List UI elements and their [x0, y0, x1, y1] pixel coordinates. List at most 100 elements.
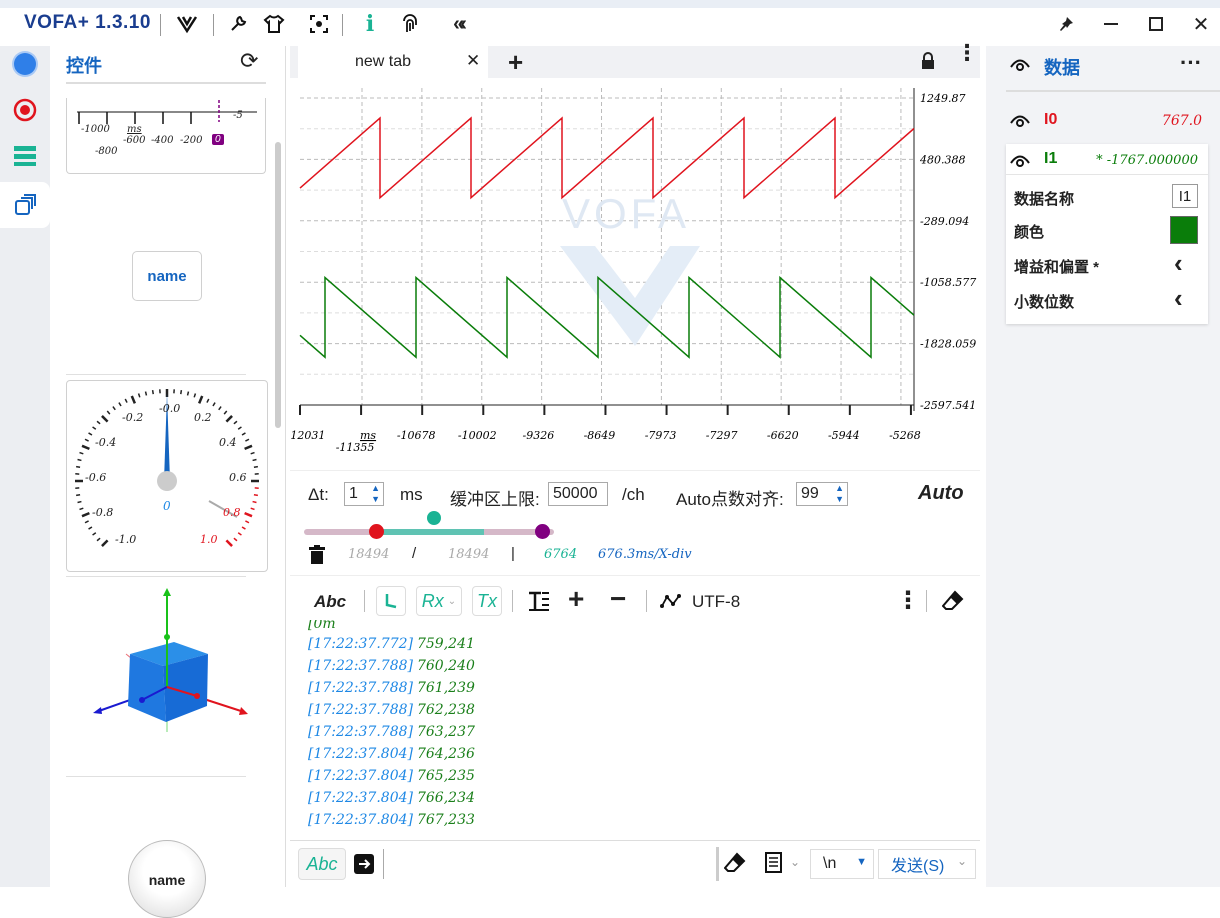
cube-3d-widget[interactable]: [66, 582, 266, 778]
collapse-icon[interactable]: «‹: [446, 12, 470, 36]
close-icon[interactable]: ✕: [1187, 12, 1215, 36]
separator: [213, 14, 214, 36]
encoding-select[interactable]: UTF-8: [692, 592, 740, 612]
wrench-icon[interactable]: [226, 12, 250, 36]
range-slider[interactable]: [304, 511, 554, 551]
gauge-tick: [254, 495, 258, 496]
gauge-tick: [89, 527, 92, 529]
x-unit-label: ms: [360, 429, 376, 442]
more-icon[interactable]: ···: [1180, 50, 1202, 76]
eye-icon[interactable]: [1010, 56, 1030, 77]
tx-label: Tx: [477, 591, 497, 612]
chevron-left-icon[interactable]: ‹: [1174, 283, 1183, 314]
name-input[interactable]: I1: [1172, 184, 1198, 208]
spin-arrows-icon[interactable]: ▲▼: [371, 483, 380, 505]
ruler-unit: ms: [127, 124, 142, 135]
gauge-tick: [245, 446, 252, 449]
channel-card-i1[interactable]: I1 * -1767.000000 数据名称 I1 颜色 增益和偏置 * ‹ 小…: [1006, 144, 1208, 324]
name-label: 数据名称: [1014, 188, 1074, 209]
more-icon[interactable]: ⋮: [956, 48, 962, 58]
line-timestamp: [17:22:37.804]: [308, 790, 413, 806]
channel-value: * -1767.000000: [1096, 153, 1198, 168]
rx-label: Rx: [422, 591, 444, 612]
minimize-icon[interactable]: [1097, 12, 1125, 36]
fingerprint-icon[interactable]: [398, 12, 422, 36]
gauge-tick-label: -0.4: [95, 436, 116, 449]
send-abc-button[interactable]: Abc: [298, 848, 346, 880]
protocol-icon[interactable]: [660, 593, 682, 614]
gauge-widget[interactable]: -0.2 -0.0 0.2 -0.4 0.4 -0.6 0.6 -0.8 0.8…: [66, 380, 268, 572]
enter-icon[interactable]: [354, 854, 374, 879]
title-bar: VOFA+ 1.3.10 i «‹ ✕: [0, 0, 1220, 46]
abc-button[interactable]: Abc: [314, 592, 346, 612]
add-tab-icon[interactable]: +: [508, 47, 523, 78]
eraser-icon[interactable]: [724, 852, 746, 879]
gauge-tick-label: 1.0: [200, 533, 218, 546]
list-icon[interactable]: [0, 134, 50, 178]
auto-align-spinbox[interactable]: 99 ▲▼: [796, 482, 848, 506]
stat-view: 6764: [544, 547, 577, 562]
slider-mid-handle[interactable]: [427, 511, 441, 525]
timestamp-icon[interactable]: [376, 586, 406, 616]
scan-icon[interactable]: [307, 12, 331, 36]
widgets-icon[interactable]: [0, 182, 50, 228]
refresh-icon[interactable]: ⟳: [240, 48, 258, 74]
shirt-icon[interactable]: [262, 12, 286, 36]
ruler-widget[interactable]: -1000 ms -5 -800 -600 -400 -200 0: [66, 98, 266, 174]
gauge-tick: [234, 538, 237, 541]
record-icon[interactable]: [0, 88, 50, 132]
spin-arrows-icon[interactable]: ▲▼: [835, 483, 844, 505]
tab-new-tab[interactable]: new tab ✕: [298, 46, 488, 78]
chevron-down-icon[interactable]: ⌄: [790, 855, 800, 869]
gauge-tick: [226, 416, 232, 422]
gauge-tick: [80, 453, 84, 454]
dt-spinbox[interactable]: 1 ▲▼: [344, 482, 384, 506]
channel-row-i0[interactable]: I0 767.0: [1006, 102, 1208, 138]
text-format-icon[interactable]: [528, 590, 550, 617]
lock-icon[interactable]: [920, 52, 936, 75]
connect-icon[interactable]: [0, 42, 50, 86]
slider-left-handle[interactable]: [369, 524, 384, 539]
vofa-logo-icon[interactable]: [175, 12, 199, 36]
gauge-tick: [199, 396, 202, 403]
rx-toggle[interactable]: Rx ⌄: [416, 586, 462, 616]
gauge-tick: [132, 396, 135, 403]
terminal-line: [17:22:37.772]759,241: [308, 636, 475, 652]
eye-icon[interactable]: [1010, 152, 1030, 173]
ruler-label: -400: [151, 135, 173, 146]
waveform-chart[interactable]: 1249.87480.388-289.094-1058.577-1828.059…: [290, 78, 980, 468]
buffer-input[interactable]: 50000: [548, 482, 608, 506]
trash-icon[interactable]: [308, 545, 326, 570]
eye-icon[interactable]: [1010, 112, 1030, 133]
info-icon[interactable]: i: [358, 12, 382, 36]
button-widget[interactable]: name: [132, 251, 202, 301]
history-icon[interactable]: [764, 852, 784, 879]
gauge-tick: [153, 390, 154, 394]
plus-icon[interactable]: +: [568, 583, 584, 615]
send-button[interactable]: 发送(S) ⌄: [878, 849, 976, 879]
gauge-tick: [188, 392, 189, 396]
more-icon[interactable]: ⋮: [896, 586, 920, 615]
gauge-tick: [234, 421, 237, 424]
maximize-icon[interactable]: [1142, 12, 1170, 36]
pin-icon[interactable]: [1052, 12, 1080, 36]
send-input[interactable]: [384, 845, 714, 883]
chevron-left-icon[interactable]: ‹: [1174, 248, 1183, 279]
terminal-output[interactable]: [0m [17:22:37.772]759,241[17:22:37.788]7…: [290, 620, 980, 842]
gauge-tick: [245, 513, 252, 516]
stat-total: 18494: [348, 547, 389, 562]
background-strip: [0, 0, 1220, 8]
newline-select[interactable]: \n ▼: [810, 849, 874, 879]
gauge-tick: [224, 411, 227, 414]
eraser-icon[interactable]: [942, 590, 964, 617]
minus-icon[interactable]: −: [610, 583, 626, 615]
tx-toggle[interactable]: Tx: [472, 586, 502, 616]
buffer-label: 缓冲区上限:: [450, 485, 540, 510]
color-swatch[interactable]: [1170, 216, 1198, 244]
slider-right-handle[interactable]: [535, 524, 550, 539]
auto-button[interactable]: Auto: [918, 482, 964, 505]
x-tick-label: -5944: [828, 429, 860, 442]
close-tab-icon[interactable]: ✕: [466, 51, 480, 71]
line-value: 765,235: [417, 768, 475, 784]
scrollbar[interactable]: [275, 142, 281, 428]
